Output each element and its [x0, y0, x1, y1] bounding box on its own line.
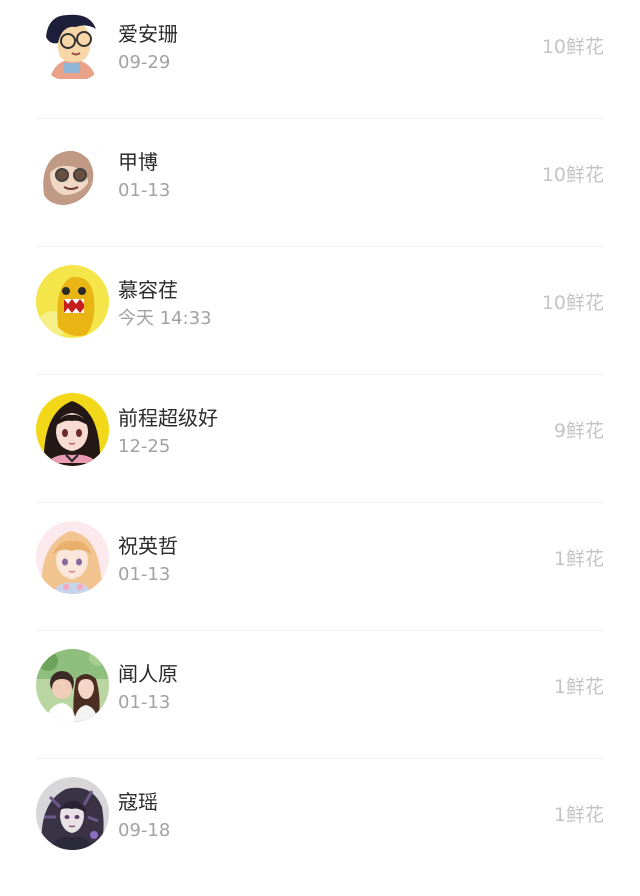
dark-anime-character-avatar-icon[interactable] [36, 777, 109, 850]
list-item-name: 爱安珊 [118, 22, 178, 46]
domo-character-avatar-icon[interactable] [36, 265, 109, 338]
list-item[interactable]: 前程超级好 12-25 9鲜花 [0, 384, 640, 512]
list-item-flower-count: 10鲜花 [541, 164, 604, 186]
anime-girl-dark-hair-avatar-icon[interactable] [36, 393, 109, 466]
list-item-date: 01-13 [118, 564, 171, 585]
divider [36, 630, 604, 631]
divider [36, 118, 604, 119]
list-item-name: 祝英哲 [118, 534, 178, 558]
anime-girl-blonde-avatar-icon[interactable] [36, 521, 109, 594]
cartoon-sloth-glasses-avatar-icon[interactable] [36, 137, 109, 210]
couple-photo-avatar-icon[interactable] [36, 649, 109, 722]
list-item-flower-count: 10鲜花 [541, 292, 604, 314]
list-item[interactable]: 祝英哲 01-13 1鲜花 [0, 512, 640, 640]
list-item-date: 今天 14:33 [118, 308, 212, 329]
list-item-flower-count: 1鲜花 [553, 548, 604, 570]
cartoon-boy-glasses-avatar-icon[interactable] [36, 9, 109, 82]
list-item-flower-count: 1鲜花 [553, 676, 604, 698]
list-item-date: 09-29 [118, 52, 171, 73]
list-item-name: 闻人原 [118, 662, 178, 686]
list-item-flower-count: 1鲜花 [553, 804, 604, 826]
list-item[interactable]: 甲博 01-13 10鲜花 [0, 128, 640, 256]
list-item-date: 01-13 [118, 180, 171, 201]
list-item-date: 12-25 [118, 436, 171, 457]
list-item-name: 甲博 [118, 150, 158, 174]
list-item-name: 慕容荏 [118, 278, 178, 302]
list-item-date: 09-18 [118, 820, 171, 841]
list-item-date: 01-13 [118, 692, 171, 713]
list-item-flower-count: 10鲜花 [541, 36, 604, 58]
divider [36, 374, 604, 375]
divider [36, 758, 604, 759]
flower-gift-list: 爱安珊 09-29 10鲜花 甲博 01-13 10鲜花 慕容荏 今天 14:3… [0, 0, 640, 875]
list-item[interactable]: 寇瑶 09-18 1鲜花 [0, 768, 640, 896]
list-item-name: 前程超级好 [118, 406, 218, 430]
list-item[interactable]: 慕容荏 今天 14:33 10鲜花 [0, 256, 640, 384]
list-item-flower-count: 9鲜花 [553, 420, 604, 442]
divider [36, 246, 604, 247]
list-item[interactable]: 爱安珊 09-29 10鲜花 [0, 0, 640, 128]
list-item-name: 寇瑶 [118, 790, 158, 814]
list-item[interactable]: 闻人原 01-13 1鲜花 [0, 640, 640, 768]
divider [36, 502, 604, 503]
